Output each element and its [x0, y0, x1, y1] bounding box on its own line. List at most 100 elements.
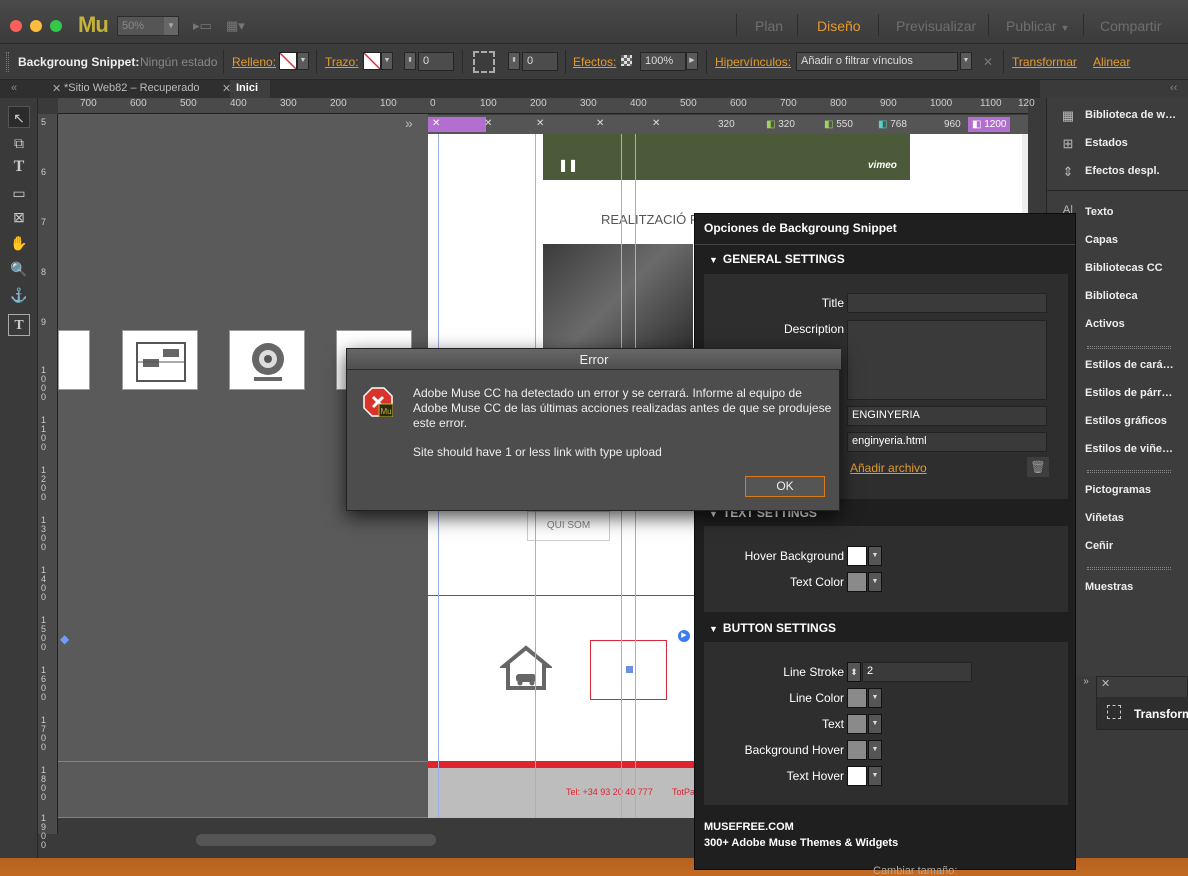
scroll-effects-icon[interactable]: ⇕	[1059, 164, 1077, 182]
background-hover-swatch[interactable]	[847, 740, 867, 760]
gallery-image[interactable]	[543, 244, 693, 350]
layout-grid-icon[interactable]: ▦▾	[226, 18, 245, 34]
dock-item[interactable]: Estados	[1085, 137, 1128, 149]
line-color-swatch[interactable]	[847, 688, 867, 708]
mode-compartir[interactable]: Compartir	[1100, 18, 1161, 34]
close-icon[interactable]: ✕	[432, 118, 440, 129]
chevron-down-icon[interactable]: ▼	[868, 688, 882, 708]
chevron-down-icon[interactable]: ▼	[381, 52, 393, 70]
link-filter-input[interactable]: Añadir o filtrar vínculos	[796, 52, 958, 71]
widgets-library-icon[interactable]: ▦	[1059, 108, 1077, 126]
fill-link[interactable]: Relleno:	[232, 55, 276, 69]
text-frame-tool-icon[interactable]: T	[8, 314, 30, 336]
close-icon[interactable]: ✕	[536, 118, 544, 129]
dock-item[interactable]: Estilos de cará…	[1085, 359, 1174, 371]
trash-icon[interactable]: 🗑	[1027, 457, 1049, 477]
tab-sitio-web82[interactable]: *Sitio Web82 – Recuperado	[58, 80, 216, 98]
breakpoint-1200-marker[interactable]: ◧ 1200	[968, 117, 1011, 132]
panel-grip[interactable]	[1087, 470, 1171, 473]
close-icon[interactable]: ✕	[596, 118, 604, 129]
clear-link-icon[interactable]: ✕	[983, 55, 993, 69]
widget-options-icon[interactable]: ▶	[678, 630, 690, 642]
musefree-link[interactable]: MUSEFREE.COM	[704, 821, 794, 833]
text-hover-swatch[interactable]	[847, 766, 867, 786]
text-tool-icon[interactable]: T	[8, 156, 30, 178]
pause-icon[interactable]: ❚❚	[558, 158, 578, 172]
scroll-thumb[interactable]	[196, 834, 436, 846]
title-input[interactable]	[847, 293, 1047, 313]
corner-radius-icon[interactable]	[473, 51, 495, 73]
close-icon[interactable]: ✕	[1101, 677, 1110, 690]
stroke-link[interactable]: Trazo:	[325, 55, 359, 69]
chevron-down-icon[interactable]: ▼	[960, 52, 972, 70]
mode-publicar[interactable]: Publicar ▼	[1006, 18, 1069, 34]
stepper-icon[interactable]: ⬍	[508, 52, 520, 70]
vimeo-video[interactable]	[543, 134, 910, 180]
tab-inici[interactable]: Inici	[230, 80, 270, 98]
resize-handle-icon[interactable]: ◆	[60, 632, 69, 646]
breakpoint-320[interactable]: 320	[714, 117, 739, 132]
corner-radius-input[interactable]: 0	[522, 52, 558, 71]
collapse-icon[interactable]: «	[5, 80, 23, 98]
opacity-input[interactable]: 100%	[640, 52, 686, 71]
text-color-swatch[interactable]	[847, 572, 867, 592]
chevron-down-icon[interactable]: ▼	[868, 714, 882, 734]
stepper-icon[interactable]: ⬍	[404, 52, 416, 70]
parking-thumbnail[interactable]	[122, 330, 198, 390]
expand-panel-icon[interactable]: »	[1076, 676, 1096, 694]
transform-link[interactable]: Transformar	[1012, 55, 1077, 69]
dock-item[interactable]: Capas	[1085, 234, 1118, 246]
chevron-right-icon[interactable]: ▶	[686, 52, 698, 70]
dock-item[interactable]: Biblioteca	[1085, 290, 1138, 302]
dock-item[interactable]: Muestras	[1085, 581, 1133, 593]
panel-grip[interactable]	[1087, 346, 1171, 349]
stroke-swatch[interactable]	[363, 52, 381, 70]
dock-item[interactable]: Biblioteca de w…	[1085, 109, 1176, 121]
hand-tool-icon[interactable]: ✋	[8, 232, 30, 254]
image-frame-tool-icon[interactable]: ⊠	[8, 206, 30, 228]
close-window-button[interactable]	[10, 20, 22, 32]
place-icon[interactable]: ▸▭	[193, 18, 212, 34]
chevron-down-icon[interactable]: ▼	[297, 52, 309, 70]
selection-tool-icon[interactable]: ↖	[8, 106, 30, 128]
name-input[interactable]: ENGINYERIA	[847, 406, 1047, 426]
panel-grip[interactable]	[1087, 567, 1171, 570]
ok-button[interactable]: OK	[745, 476, 825, 497]
dock-item[interactable]: Viñetas	[1085, 512, 1124, 524]
webcam-thumbnail[interactable]	[229, 330, 305, 390]
state-label[interactable]: Ningún estado	[140, 55, 217, 69]
mode-plan[interactable]: Plan	[755, 18, 783, 34]
chevron-down-icon[interactable]: ▼	[868, 766, 882, 786]
hyperlinks-link[interactable]: Hipervínculos:	[715, 55, 791, 69]
text-swatch[interactable]	[847, 714, 867, 734]
dock-item[interactable]: Estilos de viñe…	[1085, 443, 1173, 455]
button-settings-header[interactable]: ▼ BUTTON SETTINGS	[709, 621, 836, 635]
line-stroke-input[interactable]: 2	[862, 662, 972, 682]
add-file-link[interactable]: Añadir archivo	[850, 461, 927, 475]
breakpoint-320-marker[interactable]: ◧ 320	[762, 117, 799, 132]
breakpoint-768-marker[interactable]: ◧ 768	[874, 117, 911, 132]
collapse-panels-icon[interactable]: ‹‹	[1164, 80, 1183, 98]
breakpoint-550-marker[interactable]: ◧ 550	[820, 117, 857, 132]
zoom-tool-icon[interactable]: 🔍	[8, 258, 30, 280]
general-settings-header[interactable]: ▼ GENERAL SETTINGS	[709, 252, 845, 266]
mode-previsualizar[interactable]: Previsualizar	[896, 18, 976, 34]
anchor-tool-icon[interactable]: ⚓	[8, 284, 30, 306]
dock-item[interactable]: Texto	[1085, 206, 1114, 218]
dock-item[interactable]: Efectos despl.	[1085, 165, 1160, 177]
dock-item[interactable]: Activos	[1085, 318, 1125, 330]
description-textarea[interactable]	[847, 320, 1047, 400]
chevron-down-icon[interactable]: ▼	[868, 546, 882, 566]
qui-som-button[interactable]: QUI SOM	[527, 511, 610, 541]
chevron-down-icon[interactable]: ▼	[868, 740, 882, 760]
minimize-window-button[interactable]	[30, 20, 42, 32]
close-icon[interactable]: ✕	[484, 118, 492, 129]
states-icon[interactable]: ⊞	[1059, 136, 1077, 154]
maximize-window-button[interactable]	[50, 20, 62, 32]
dock-item[interactable]: Ceñir	[1085, 540, 1113, 552]
zoom-select[interactable]: 50% ▼	[117, 16, 179, 36]
chevron-down-icon[interactable]: ▼	[868, 572, 882, 592]
dock-item[interactable]: Bibliotecas CC	[1085, 262, 1163, 274]
hover-background-swatch[interactable]	[847, 546, 867, 566]
dock-item[interactable]: Estilos de párr…	[1085, 387, 1172, 399]
